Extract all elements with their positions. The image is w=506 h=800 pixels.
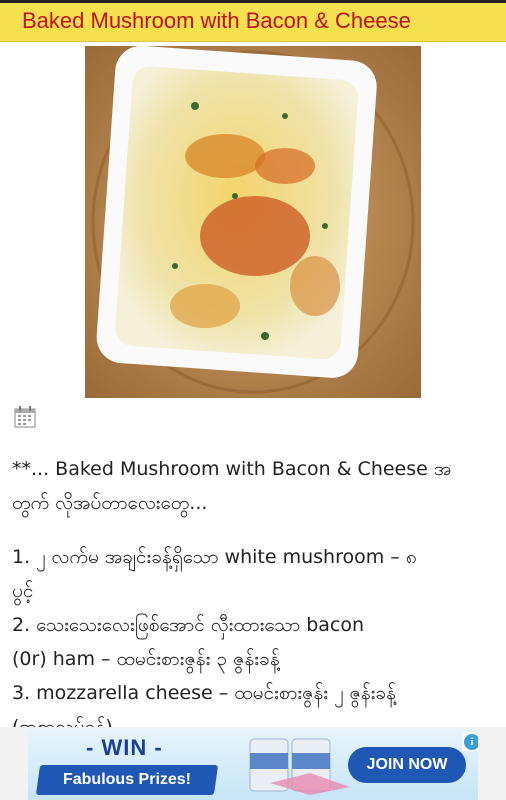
info-icon[interactable]: i (464, 734, 478, 750)
calendar-icon (14, 406, 36, 428)
ad-subtitle: Fabulous Prizes! (62, 771, 192, 788)
ad-choices[interactable]: i ✕ (462, 733, 478, 751)
ingredient-line: 1. ၂ လက်မ အချင်းခန့်ရှိသော white mushroo… (12, 546, 417, 568)
ingredient-line: ပွင့် (12, 580, 34, 602)
app-header: Baked Mushroom with Bacon & Cheese (0, 3, 506, 42)
page-title: Baked Mushroom with Bacon & Cheese (22, 8, 411, 33)
ad-creative[interactable]: - WIN - Fabulous Prizes! JOIN NOW i ✕ (28, 729, 478, 800)
article-body: **... Baked Mushroom with Bacon & Cheese… (12, 452, 500, 744)
product-cans-image (249, 738, 350, 795)
ingredient-line: (0r) ham – ထမင်းစားဇွန်း ၃ ဇွန်းခန့် (12, 648, 280, 670)
ad-headline: - WIN - (86, 735, 163, 760)
ad-subtitle-ribbon: Fabulous Prizes! (35, 765, 219, 795)
intro-line: တွက် လိုအပ်တာလေးတွေ... (12, 492, 208, 514)
join-now-button[interactable]: JOIN NOW (348, 747, 466, 783)
ad-banner[interactable]: - WIN - Fabulous Prizes! JOIN NOW i ✕ (0, 727, 506, 800)
recipe-photo (85, 46, 421, 398)
ingredient-line: 3. mozzarella cheese – ထမင်းစားဇွန်း ၂ ဇ… (12, 682, 397, 704)
ingredient-line: 2. သေးသေးလေးဖြစ်အောင် လှီးထားသော bacon (12, 614, 365, 636)
intro-line: **... Baked Mushroom with Bacon & Cheese… (12, 458, 452, 480)
